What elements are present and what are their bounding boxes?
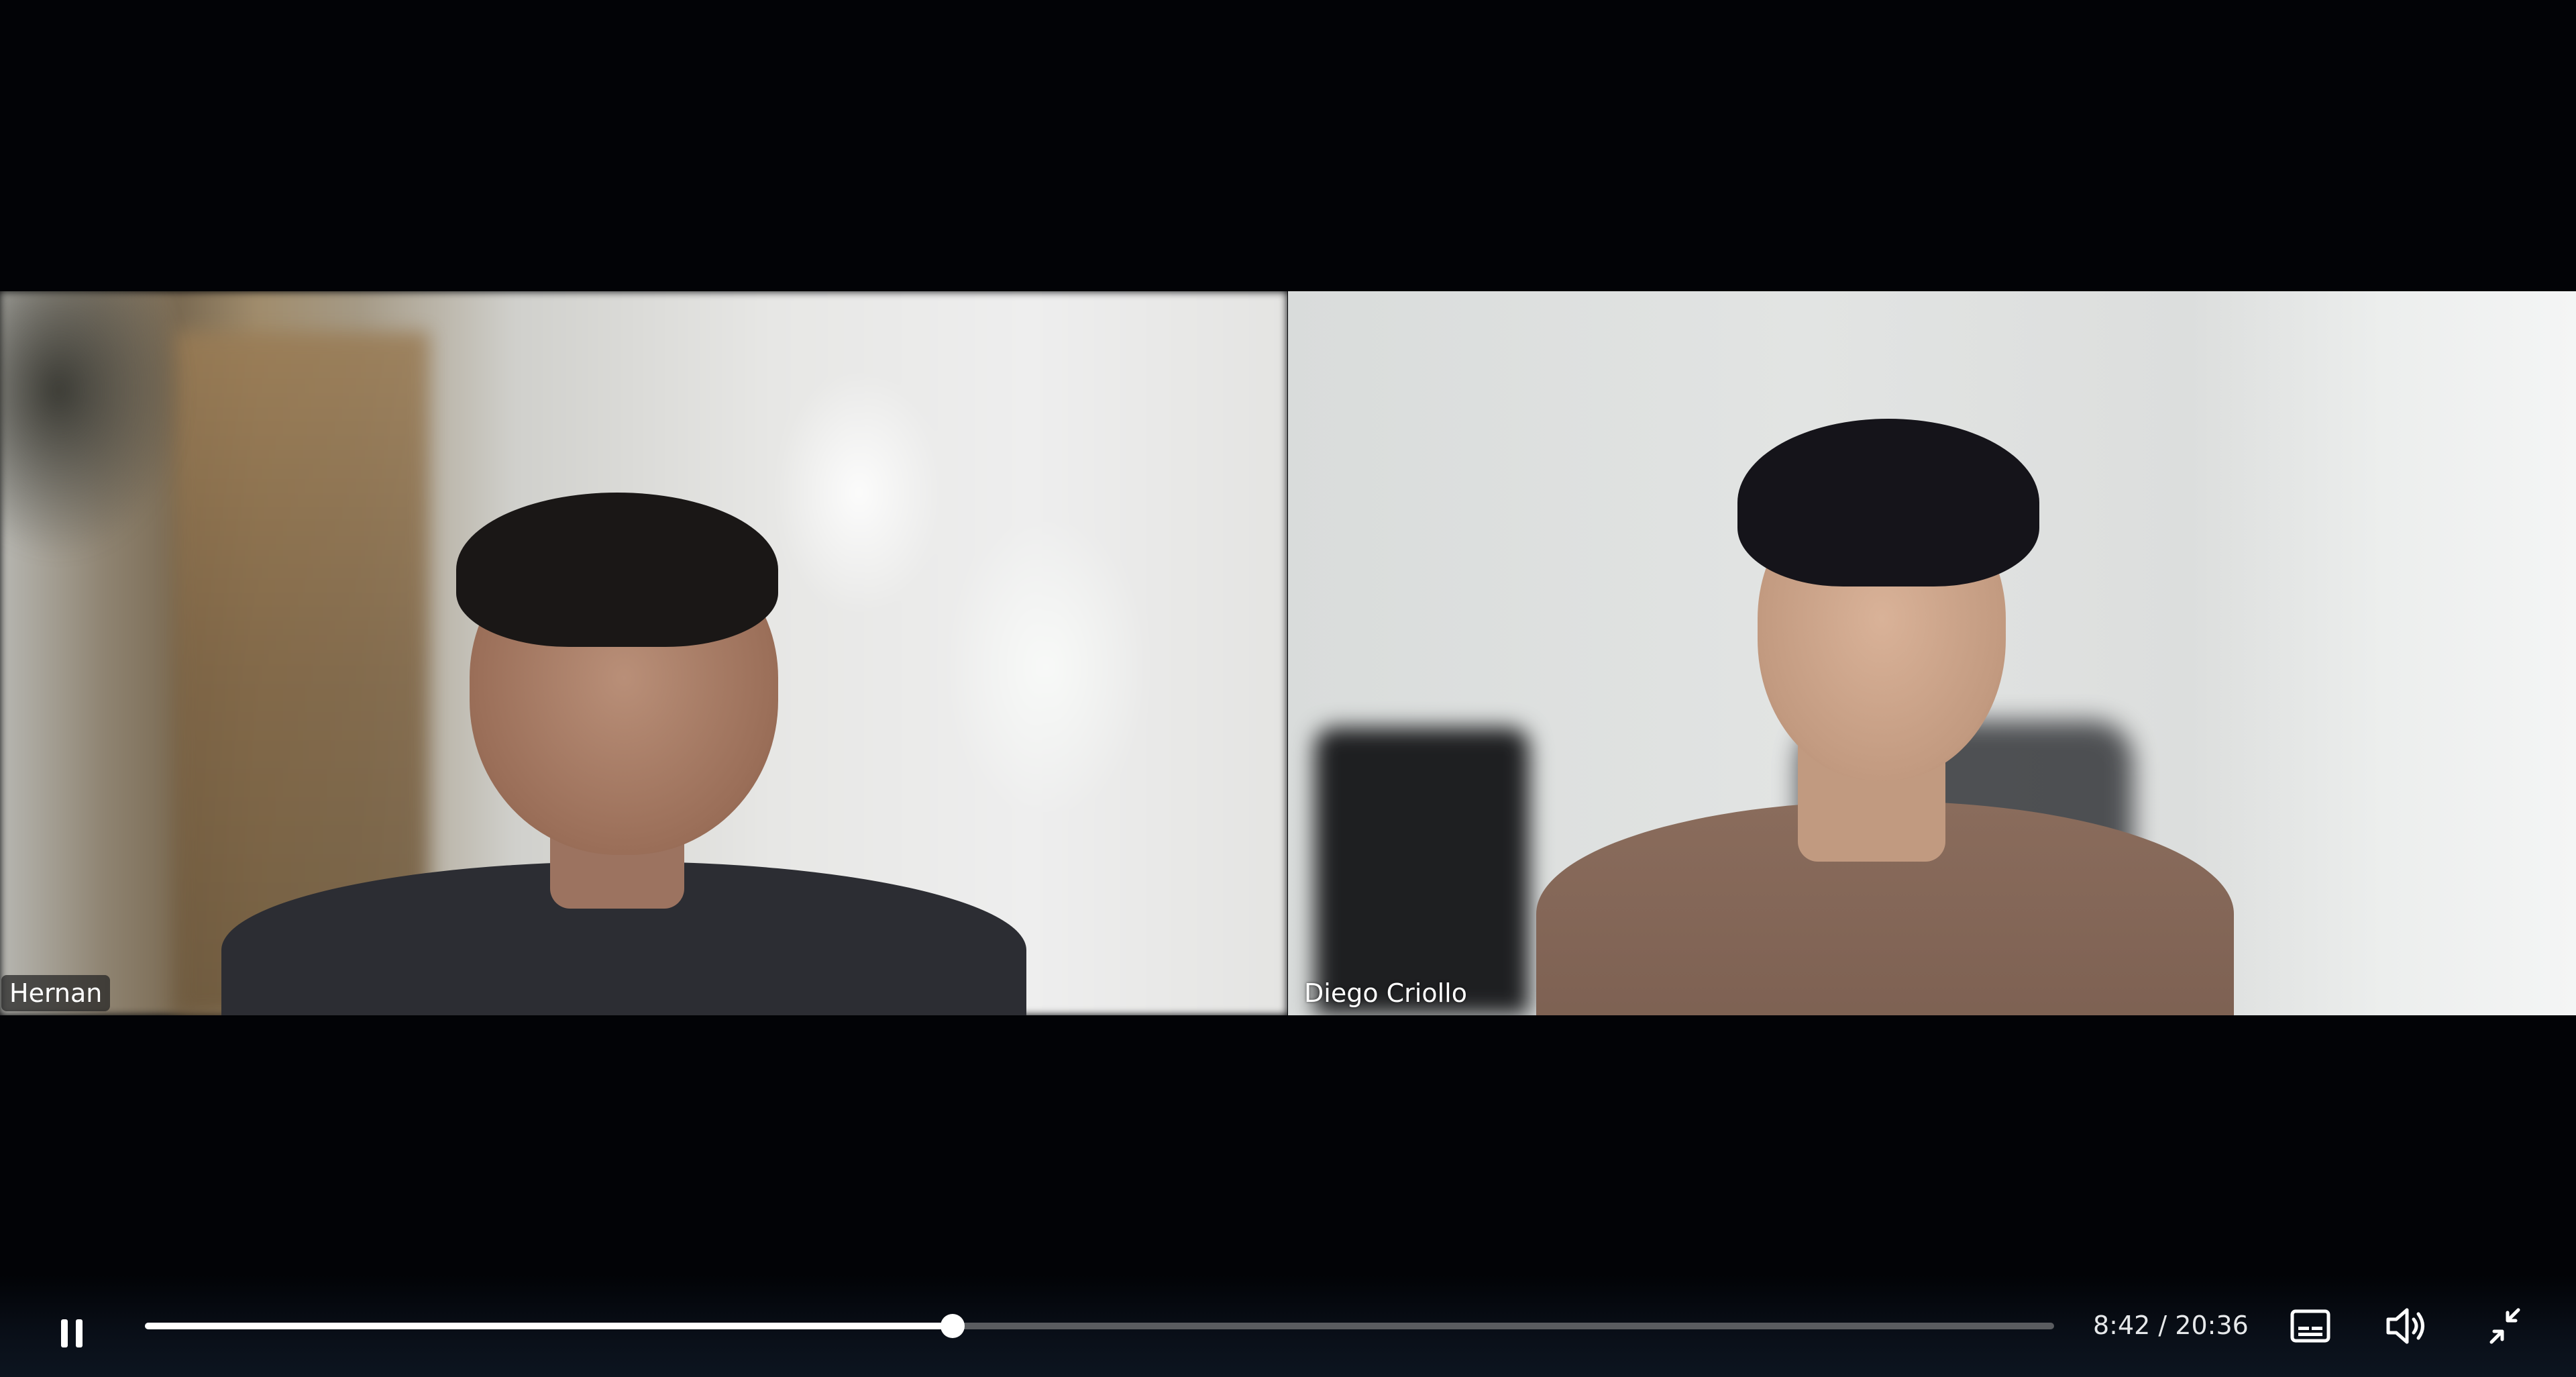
seek-bar-thumb[interactable] [941,1314,965,1338]
seek-bar-progress [145,1323,953,1329]
exit-fullscreen-button[interactable] [2478,1300,2532,1352]
pause-button[interactable] [47,1309,97,1358]
seek-bar[interactable] [145,1314,2054,1338]
participant-video-person [1288,291,2576,1015]
participant-name-label: Diego Criollo [1304,978,1467,1008]
video-player[interactable]: Hernan Diego Criollo 8:42 / 20:36 [0,0,2576,1377]
participant-video-tile: Diego Criollo [1288,291,2576,1015]
participant-name-label: Hernan [1,975,111,1011]
participant-video-person [0,291,1287,1015]
pause-icon [61,1319,83,1347]
volume-icon [2386,1308,2424,1344]
exit-fullscreen-icon [2489,1308,2520,1344]
volume-button[interactable] [2380,1300,2434,1352]
captions-icon [2290,1309,2330,1343]
time-display: 8:42 / 20:36 [2093,1311,2249,1340]
captions-button[interactable] [2284,1302,2337,1350]
participant-video-tile: Hernan [0,291,1287,1015]
